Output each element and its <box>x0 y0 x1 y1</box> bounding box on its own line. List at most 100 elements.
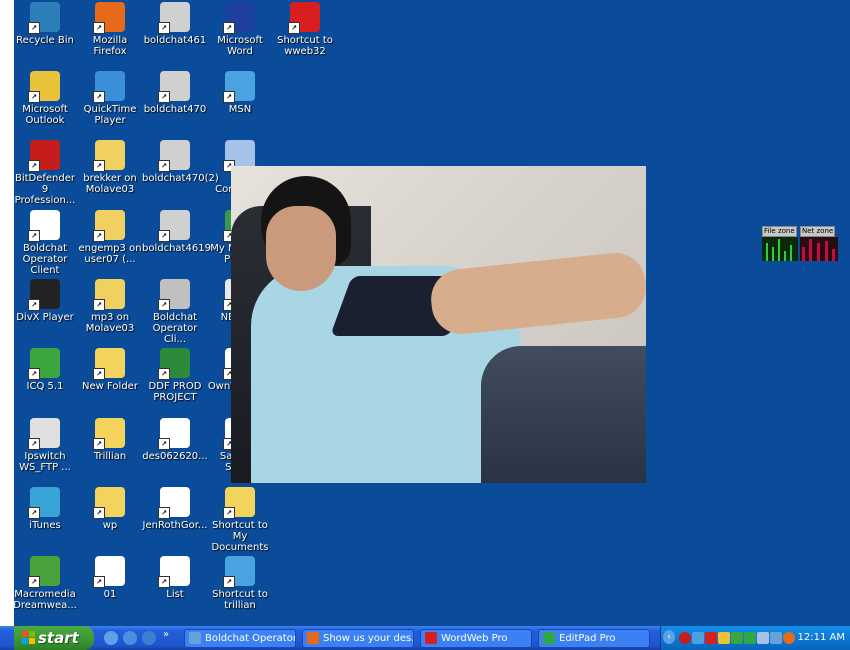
desktop-icon[interactable]: ↗ Boldchat Operator Client <box>11 208 79 276</box>
desktop-icon[interactable]: ↗ boldchat4619 <box>141 208 211 254</box>
photo-jeans <box>481 346 646 483</box>
shortcut-arrow-icon: ↗ <box>28 576 40 588</box>
desktop-icon[interactable]: ↗ boldchat461 <box>141 0 209 46</box>
wordweb-tray-icon[interactable] <box>705 632 717 644</box>
desktop-icon-label: Microsoft Word <box>217 35 263 57</box>
desktop-icon[interactable]: ↗ DDF PROD PROJECT <box>141 346 209 403</box>
shortcut-arrow-icon: ↗ <box>28 368 40 380</box>
folder-icon: ↗ <box>93 348 125 380</box>
desktop-icon[interactable]: ↗ des062620... <box>141 416 209 462</box>
bitdefender-tray-icon[interactable] <box>679 632 691 644</box>
desktop-icon-label: engemp3 on user07 (... <box>78 243 142 265</box>
desktop-icon-label: boldchat470(2) <box>142 173 219 184</box>
shortcut-arrow-icon: ↗ <box>28 438 40 450</box>
desktop-icon-label: QuickTime Player <box>83 104 137 126</box>
desktop-icon[interactable]: ↗ BitDefender 9 Profession... <box>11 138 79 206</box>
desktop-icon[interactable]: ↗ brekker on Molave03 <box>76 138 144 195</box>
desktop-icon-label: wp <box>102 520 118 531</box>
outlook-icon: ↗ <box>28 71 60 103</box>
file-zone-graph <box>762 237 798 261</box>
desktop-icon[interactable]: ↗ JenRothGor... <box>141 485 209 531</box>
desktop-icon[interactable]: ↗ Ipswitch WS_FTP ... <box>11 416 79 473</box>
desktop-icon[interactable]: ↗ ICQ 5.1 <box>11 346 79 392</box>
desktop-icon[interactable]: ↗ Boldchat Operator Cli... <box>141 277 209 345</box>
system-tray: ‹ 12:11 AM <box>660 626 850 650</box>
my-documents-icon: ↗ <box>223 487 255 519</box>
taskbar-button-label: WordWeb Pro <box>441 633 508 644</box>
shortcut-arrow-icon: ↗ <box>93 230 105 242</box>
icq-tray-icon[interactable] <box>731 632 743 644</box>
boldchat-icon: ↗ <box>158 210 190 242</box>
taskbar: start » Boldchat Operator... Show us your… <box>0 626 850 650</box>
net-zone-bars <box>802 239 835 261</box>
shortcut-arrow-icon: ↗ <box>93 299 105 311</box>
shortcut-arrow-icon: ↗ <box>93 160 105 172</box>
net-zone-graph <box>800 237 838 261</box>
shortcut-arrow-icon: ↗ <box>93 438 105 450</box>
start-button[interactable]: start <box>14 626 94 650</box>
monitor-tray-icon[interactable] <box>770 632 782 644</box>
photo-face <box>266 206 336 291</box>
desktop-icon[interactable]: ↗ engemp3 on user07 (... <box>76 208 144 265</box>
network-drive-icon: ↗ <box>93 279 125 311</box>
shortcut-arrow-icon: ↗ <box>28 160 40 172</box>
desktop-icon[interactable]: ↗ Microsoft Word <box>206 0 274 57</box>
desktop-icon[interactable]: ↗ mp3 on Molave03 <box>76 277 144 334</box>
quick-launch-expand-icon[interactable]: » <box>163 629 169 640</box>
taskbar-button[interactable]: EditPad Pro <box>538 629 650 648</box>
desktop-icon[interactable]: ↗ Macromedia Dreamwea... <box>11 554 79 611</box>
msn-tray-icon[interactable] <box>692 632 704 644</box>
taskbar-button-label: Show us your des... <box>323 633 414 644</box>
utility-tray-icon[interactable] <box>718 632 730 644</box>
desktop-icon[interactable]: ↗ MSN <box>206 69 274 115</box>
desktop-icon-label: boldchat461 <box>143 35 207 46</box>
desktop-icon-label: Shortcut to trillian <box>212 589 268 611</box>
desktop-icon[interactable]: ↗ Shortcut to wweb32 <box>271 0 339 57</box>
network-meter-widget[interactable]: File zone Net zone <box>762 226 838 262</box>
shortcut-arrow-icon: ↗ <box>158 368 170 380</box>
internet-explorer-icon[interactable] <box>123 631 137 645</box>
desktop-icon[interactable]: ↗ 01 <box>76 554 144 600</box>
tray-collapse-icon[interactable]: ‹ <box>663 630 675 644</box>
desktop-icon[interactable]: ↗ Shortcut to My Documents <box>206 485 274 553</box>
desktop-icon[interactable]: ↗ New Folder <box>76 346 144 392</box>
show-desktop-icon[interactable] <box>104 631 118 645</box>
desktop-icon[interactable]: ↗ Trillian <box>76 416 144 462</box>
boldchat-task-icon <box>189 632 201 644</box>
desktop-icon[interactable]: ↗ Mozilla Firefox <box>76 0 144 57</box>
pdf-icon: ↗ <box>158 487 190 519</box>
taskbar-button[interactable]: Boldchat Operator... <box>184 629 296 648</box>
shortcut-arrow-icon: ↗ <box>223 507 235 519</box>
shortcut-arrow-icon: ↗ <box>223 91 235 103</box>
desktop-icon[interactable]: ↗ QuickTime Player <box>76 69 144 126</box>
desktop-icon[interactable]: ↗ DivX Player <box>11 277 79 323</box>
desktop-icon[interactable]: ↗ List <box>141 554 209 600</box>
shortcut-arrow-icon: ↗ <box>158 160 170 172</box>
quicktime-icon: ↗ <box>93 71 125 103</box>
desktop-icon-label: Shortcut to wweb32 <box>277 35 333 57</box>
desktop-icon[interactable]: ↗ Shortcut to trillian <box>206 554 274 611</box>
desktop-icon[interactable]: ↗ Recycle Bin <box>11 0 79 46</box>
trillian-icon: ↗ <box>223 556 255 588</box>
shortcut-arrow-icon: ↗ <box>158 230 170 242</box>
desktop-icon[interactable]: ↗ boldchat470(2) <box>141 138 219 184</box>
media-player-icon[interactable] <box>142 631 156 645</box>
security-tray-icon[interactable] <box>783 632 795 644</box>
taskbar-button[interactable]: Show us your des... <box>302 629 414 648</box>
desktop-icon[interactable]: ↗ Microsoft Outlook <box>11 69 79 126</box>
taskbar-button[interactable]: WordWeb Pro <box>420 629 532 648</box>
word-doc-icon: ↗ <box>158 556 190 588</box>
wallpaper-photo <box>231 166 646 483</box>
wordweb-task-icon <box>425 632 437 644</box>
desktop-icon-label: Mozilla Firefox <box>92 35 128 57</box>
desktop-icon[interactable]: ↗ wp <box>76 485 144 531</box>
desktop-icon[interactable]: ↗ iTunes <box>11 485 79 531</box>
connection-tray-icon[interactable] <box>757 632 769 644</box>
firefox-task-icon <box>307 632 319 644</box>
desktop-icon-label: Boldchat Operator Cli... <box>152 312 198 345</box>
shortcut-arrow-icon: ↗ <box>223 22 235 34</box>
network-tray-icon[interactable] <box>744 632 756 644</box>
windows-flag-icon <box>22 631 36 645</box>
shortcut-arrow-icon: ↗ <box>93 576 105 588</box>
desktop-icon[interactable]: ↗ boldchat470 <box>141 69 209 115</box>
